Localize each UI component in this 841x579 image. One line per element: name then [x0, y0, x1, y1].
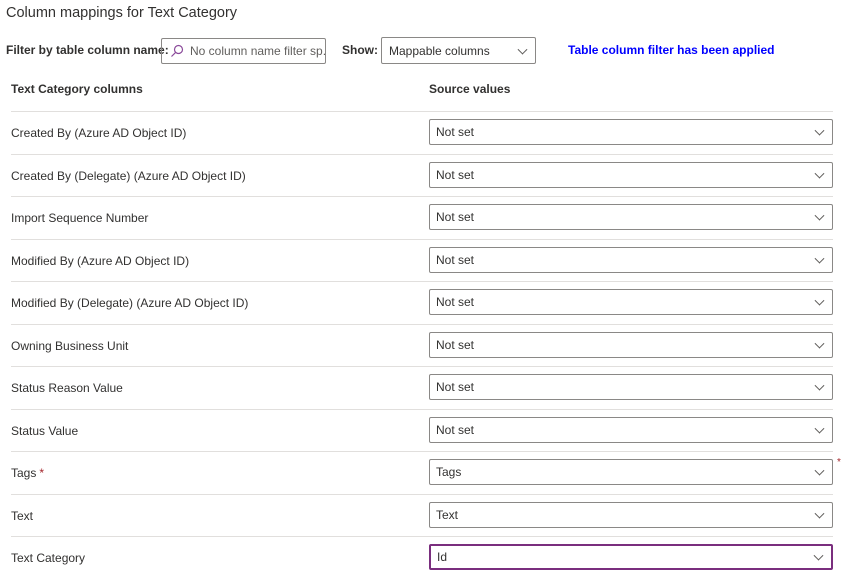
source-value-dropdown[interactable]: Not set: [429, 416, 833, 443]
chevron-down-icon: [813, 550, 824, 561]
source-value: Not set: [436, 210, 475, 224]
source-value: Not set: [436, 167, 475, 182]
source-value: Tags: [436, 465, 462, 479]
column-name-text: Created By (Azure AD Object ID): [11, 126, 187, 140]
required-marker: *: [837, 457, 841, 468]
source-value-dropdown[interactable]: Not set: [429, 204, 833, 230]
table-row: Tags * Tags *: [11, 451, 841, 494]
show-dropdown-value: Mappable columns: [389, 43, 490, 58]
table-row: Modified By (Delegate) (Azure AD Object …: [11, 281, 833, 324]
source-value: Not set: [436, 252, 475, 267]
column-name: Text Category: [11, 551, 85, 565]
header-columns: Text Category columns: [11, 82, 143, 96]
table-row: Import Sequence Number Not set: [11, 196, 833, 239]
table-row: Owning Business Unit Not set: [11, 323, 833, 367]
show-label: Show:: [342, 43, 378, 57]
column-name-text: Modified By (Azure AD Object ID): [11, 253, 190, 268]
source-value-dropdown[interactable]: Not set: [429, 161, 833, 188]
column-name: Modified By (Delegate) (Azure AD Object …: [11, 296, 248, 310]
column-name-text: Text Category: [11, 551, 86, 565]
source-value-dropdown[interactable]: Not set: [429, 119, 833, 145]
required-marker: *: [39, 466, 45, 480]
column-name: Created By (Delegate) (Azure AD Object I…: [11, 169, 246, 183]
source-value: Not set: [436, 422, 475, 437]
filter-label: Filter by table column name:: [6, 43, 169, 57]
column-name-filter-input[interactable]: No column name filter sp...: [161, 38, 326, 64]
chevron-down-icon: [517, 44, 528, 55]
column-name: Created By (Azure AD Object ID): [11, 126, 186, 140]
chevron-down-icon: [814, 380, 825, 391]
column-name: Text: [11, 509, 33, 523]
source-value-dropdown[interactable]: Not set: [429, 331, 833, 358]
chevron-down-icon: [814, 338, 825, 349]
column-name: Status Reason Value: [11, 381, 123, 395]
column-name-text: Import Sequence Number: [11, 211, 149, 225]
column-name: Status Value: [11, 424, 78, 438]
source-value: Not set: [436, 125, 475, 139]
source-value-dropdown[interactable]: Text: [429, 501, 833, 528]
column-name-text: Tags: [11, 466, 37, 480]
chevron-down-icon: [814, 125, 825, 136]
chevron-down-icon: [814, 210, 825, 221]
chevron-down-icon: [814, 295, 825, 306]
source-value: Not set: [436, 380, 475, 394]
filter-placeholder: No column name filter sp...: [190, 44, 326, 58]
column-name-text: Status Reason Value: [11, 381, 123, 395]
source-value-dropdown[interactable]: Not set: [429, 246, 833, 273]
page-title: Column mappings for Text Category: [6, 5, 238, 21]
source-value: Id: [437, 550, 448, 564]
source-value-dropdown[interactable]: Not set: [429, 289, 833, 315]
column-name: Modified By (Azure AD Object ID): [11, 254, 189, 268]
header-source-values: Source values: [429, 82, 511, 96]
column-name: Import Sequence Number: [11, 211, 148, 225]
source-value-dropdown[interactable]: Id: [429, 544, 833, 570]
table-row: Text Category Id: [11, 536, 833, 579]
table-row: Status Value Not set: [11, 408, 833, 452]
column-name-text: Owning Business Unit: [11, 338, 129, 353]
source-value-dropdown[interactable]: Tags: [429, 459, 833, 485]
chevron-down-icon: [814, 508, 825, 519]
column-name: Tags *: [11, 466, 44, 480]
chevron-down-icon: [814, 168, 825, 179]
search-icon: [171, 44, 184, 57]
column-name: Owning Business Unit: [11, 339, 128, 353]
source-value: Not set: [436, 295, 475, 309]
source-value: Not set: [436, 337, 475, 352]
chevron-down-icon: [814, 465, 825, 476]
table-row: Status Reason Value Not set: [11, 366, 833, 409]
table-row: Created By (Delegate) (Azure AD Object I…: [11, 153, 833, 197]
column-name-text: Text: [11, 508, 34, 523]
table-row: Text Text: [11, 493, 833, 537]
show-dropdown[interactable]: Mappable columns: [381, 37, 536, 64]
column-name-text: Created By (Delegate) (Azure AD Object I…: [11, 168, 246, 183]
source-value: Text: [436, 507, 459, 522]
table-row: Created By (Azure AD Object ID) Not set: [11, 111, 833, 154]
column-name-text: Status Value: [11, 423, 79, 438]
table-row: Modified By (Azure AD Object ID) Not set: [11, 238, 833, 282]
column-name-text: Modified By (Delegate) (Azure AD Object …: [11, 296, 249, 310]
filter-applied-status: Table column filter has been applied: [568, 43, 775, 57]
chevron-down-icon: [814, 423, 825, 434]
chevron-down-icon: [814, 253, 825, 264]
source-value-dropdown[interactable]: Not set: [429, 374, 833, 400]
